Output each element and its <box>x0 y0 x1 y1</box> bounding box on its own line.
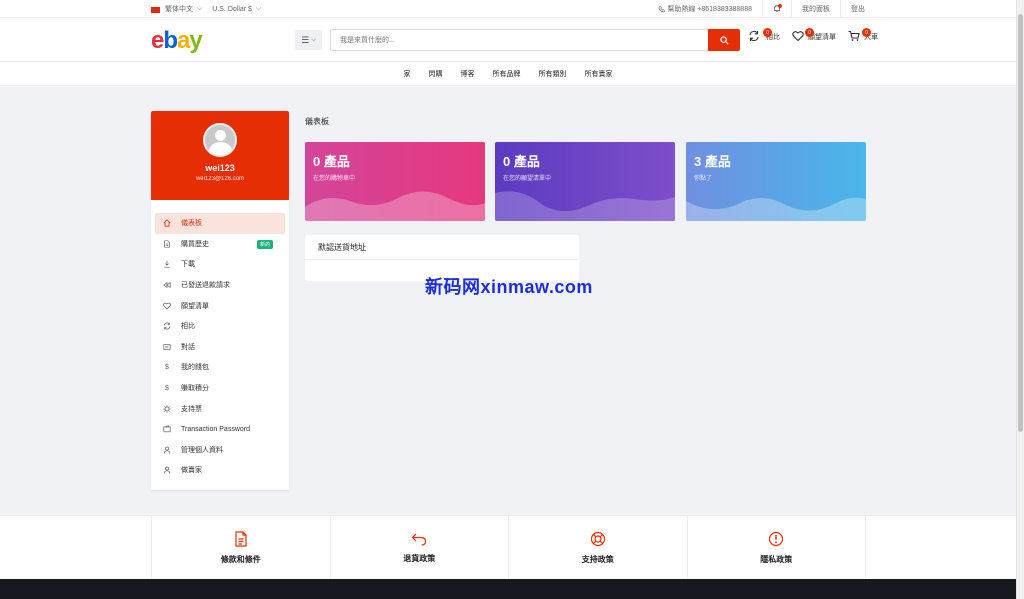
nav-all-brands[interactable]: 所有品牌 <box>493 69 521 79</box>
sidebar-item-conversations[interactable]: 對話 <box>155 337 285 358</box>
sidebar-item-wishlist[interactable]: 願望清單 <box>155 295 285 316</box>
nav-all-categories[interactable]: 所有類別 <box>539 69 567 79</box>
footer <box>0 579 1016 599</box>
avatar <box>203 123 237 157</box>
ordered-products-card: 3 產品 你點了 <box>686 142 866 221</box>
compare-count-badge: 0 <box>763 28 772 37</box>
flag-icon <box>151 7 160 13</box>
nav-flash-deals[interactable]: 閃購 <box>429 69 443 79</box>
language-selector[interactable]: 繁体中文 ⌵ <box>151 4 202 14</box>
compare-button[interactable]: 0 相比 <box>748 28 780 42</box>
cart-icon <box>848 30 860 41</box>
card-value: 3 產品 <box>694 154 731 169</box>
wave-decoration <box>495 191 675 221</box>
page-scrollbar[interactable] <box>1016 0 1024 599</box>
file-icon <box>163 240 171 248</box>
currency-selector[interactable]: U.S. Dollar $ ⌵ <box>212 5 261 13</box>
sidebar-item-support-ticket[interactable]: 支持票 <box>155 398 285 419</box>
refresh-icon <box>749 30 759 42</box>
sidebar-item-refund-requests[interactable]: 已發送退款請求 <box>155 275 285 296</box>
wishlist-products-card: 0 產品 在您的願望清單中 <box>495 142 675 221</box>
search-input[interactable] <box>331 30 709 50</box>
nav-home[interactable]: 家 <box>404 69 411 79</box>
profile-name: wei123 <box>205 163 235 173</box>
hamburger-icon: ☰ <box>301 34 310 45</box>
chat-icon <box>163 343 171 351</box>
lifebuoy-icon <box>590 531 605 547</box>
watermark: 新码网xinmaw.com <box>425 277 593 297</box>
user-icon <box>163 466 171 475</box>
download-icon <box>163 260 171 269</box>
user-icon <box>163 446 171 454</box>
backward-icon <box>163 281 171 289</box>
profile-header: wei123 wei123@126.com <box>151 111 289 200</box>
document-icon <box>235 531 247 547</box>
top-bar: 繁体中文 ⌵ U.S. Dollar $ ⌵ 幫助熱線 +86183833888… <box>0 0 1016 18</box>
cart-count-badge: 0 <box>862 28 871 37</box>
scrollbar-thumb[interactable] <box>1018 14 1023 432</box>
sidebar-item-my-wallet[interactable]: $ 我的錢包 <box>155 357 285 378</box>
sidebar-item-purchase-history[interactable]: 購買歷史 新的 <box>155 234 285 255</box>
heart-icon <box>792 31 804 42</box>
category-menu-button[interactable]: ☰ ⌵ <box>295 30 322 50</box>
phone-icon <box>659 5 665 12</box>
alert-icon <box>769 531 784 547</box>
gear-icon <box>163 405 171 413</box>
sidebar-menu: 儀表板 購買歷史 新的 下載 已發送退款請求 願望清單 相比 對話 $ 我的錢包… <box>151 200 289 481</box>
header: ebay ☰⌵ 0 相比 0 願望清單 0 大車 <box>0 18 1016 62</box>
wishlist-count-badge: 0 <box>805 28 814 37</box>
home-icon <box>163 219 171 227</box>
card-description: 你點了 <box>694 176 713 182</box>
sidebar-item-manage-profile[interactable]: 管理個人資料 <box>155 440 285 461</box>
wishlist-button[interactable]: 0 願望清單 <box>792 28 836 42</box>
sidebar-item-compare[interactable]: 相比 <box>155 316 285 337</box>
notification-bell-icon[interactable] <box>773 4 782 13</box>
privacy-policy-link[interactable]: 隱私政策 <box>688 516 866 580</box>
nav-blog[interactable]: 博客 <box>461 69 475 79</box>
wave-decoration <box>305 191 485 221</box>
card-description: 在您的願望清單中 <box>503 176 552 182</box>
support-policy-link[interactable]: 支持政策 <box>509 516 688 580</box>
card-value: 0 產品 <box>503 154 540 169</box>
nav-all-sellers[interactable]: 所有賣家 <box>585 69 613 79</box>
profile-email: wei123@126.com <box>195 176 245 182</box>
wave-decoration <box>686 197 866 221</box>
wallet-icon <box>163 425 171 433</box>
return-icon <box>411 533 427 546</box>
cart-products-card: 0 產品 在您的購物車中 <box>305 142 485 221</box>
cart-button[interactable]: 0 大車 <box>848 28 878 42</box>
search-icon <box>719 35 729 45</box>
sidebar-item-downloads[interactable]: 下載 <box>155 254 285 275</box>
page-title: 儀表板 <box>305 117 329 126</box>
sidebar-item-earn-points[interactable]: $ 賺取積分 <box>155 378 285 399</box>
terms-conditions-link[interactable]: 條款和條件 <box>152 516 331 580</box>
dollar-icon: $ <box>165 384 169 392</box>
card-description: 在您的購物車中 <box>313 176 356 182</box>
refresh-icon <box>163 322 171 330</box>
search-button[interactable] <box>708 29 740 51</box>
helpline: 幫助熱線 +8618383388888 <box>658 4 752 14</box>
card-value: 0 產品 <box>313 154 350 169</box>
return-policy-link[interactable]: 退貨政策 <box>331 516 509 580</box>
ebay-logo[interactable]: ebay <box>151 27 203 55</box>
new-badge: 新的 <box>256 239 273 249</box>
policy-strip: 條款和條件 退貨政策 支持政策 隱私政策 <box>0 515 1016 580</box>
logout-link[interactable]: 登出 <box>851 4 865 14</box>
sidebar-item-transaction-password[interactable]: Transaction Password <box>155 419 285 440</box>
my-dashboard-link[interactable]: 我的面板 <box>802 4 830 14</box>
chevron-down-icon: ⌵ <box>311 36 316 43</box>
heart-icon <box>163 302 171 310</box>
dollar-icon: $ <box>165 363 169 371</box>
main-nav: 家 閃購 博客 所有品牌 所有類別 所有賣家 <box>0 62 1016 86</box>
address-panel-title: 默認送貨地址 <box>305 235 579 260</box>
account-sidebar: wei123 wei123@126.com 儀表板 購買歷史 新的 下載 已發送… <box>151 111 289 490</box>
sidebar-item-dashboard[interactable]: 儀表板 <box>155 213 285 234</box>
search-bar <box>330 29 740 51</box>
sidebar-item-become-seller[interactable]: 做賣家 <box>155 460 285 481</box>
